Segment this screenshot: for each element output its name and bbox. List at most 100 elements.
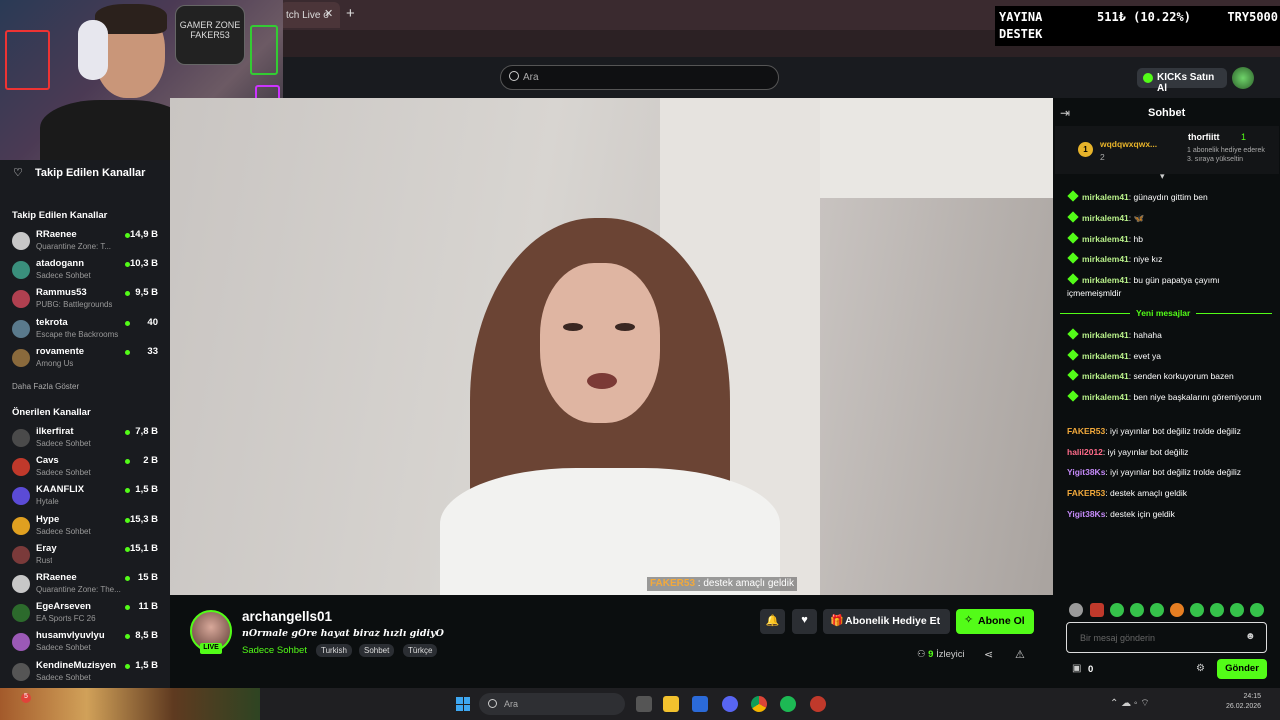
gift-event-user[interactable]: thorfiitt (1188, 132, 1220, 142)
chat-message: mirkalem41: günaydın gittim ben (1067, 190, 1272, 204)
stream-tag[interactable]: Türkçe (403, 644, 438, 657)
channel-avatar (12, 545, 30, 564)
emote-button[interactable] (1150, 603, 1164, 617)
chat-username[interactable]: FAKER53 (1067, 426, 1105, 436)
viewer-label: İzleyici (933, 649, 965, 660)
streamer-name[interactable]: archangells01 (242, 609, 332, 624)
notification-bell-button[interactable]: 🔔 (760, 609, 785, 634)
channel-category: Rust (36, 555, 53, 565)
collapse-chat-icon[interactable]: ⇥ (1060, 106, 1070, 120)
followed-channel[interactable]: tekrota Escape the Backrooms 40 (0, 316, 170, 345)
chat-username[interactable]: mirkalem41 (1082, 275, 1129, 285)
chat-text: : hahaha (1128, 330, 1162, 340)
emote-button[interactable] (1130, 603, 1144, 617)
chat-username[interactable]: mirkalem41 (1082, 192, 1129, 202)
settings-icon[interactable]: ⚙ (1196, 663, 1205, 674)
follow-button[interactable]: ♥ (792, 609, 817, 634)
emote-button[interactable] (1069, 603, 1083, 617)
emote-button[interactable] (1170, 603, 1184, 617)
chat-text: : destek için geldik (1105, 509, 1175, 519)
app-icon[interactable] (810, 696, 826, 712)
followed-channel[interactable]: rovamente Among Us 33 (0, 345, 170, 374)
send-button[interactable]: Gönder (1217, 659, 1267, 679)
channel-viewers: 33 (147, 345, 158, 357)
chat-username[interactable]: mirkalem41 (1082, 330, 1129, 340)
emote-button[interactable] (1250, 603, 1264, 617)
stream-tag[interactable]: Sohbet (359, 644, 395, 657)
channel-name: Rammus53 (36, 287, 87, 299)
search-placeholder: Ara (523, 72, 539, 83)
recommended-channel[interactable]: husamvlyuvlyu Sadece Sohbet 8,5 B (0, 629, 170, 658)
share-icon[interactable]: ⋖ (984, 648, 993, 661)
channel-viewers: 40 (147, 316, 158, 328)
new-messages-label: Yeni mesajlar (1130, 308, 1197, 318)
video-person-face (540, 263, 660, 423)
chat-username[interactable]: mirkalem41 (1082, 392, 1129, 402)
chat-message: mirkalem41: ben niye başkalarını göremiy… (1067, 390, 1272, 404)
channel-name: rovamente (36, 345, 85, 357)
chat-username[interactable]: mirkalem41 (1082, 254, 1129, 264)
store-icon[interactable] (692, 696, 708, 712)
donation-goal: TRY5000 (1227, 10, 1278, 24)
report-icon[interactable]: ⚠ (1015, 648, 1025, 661)
new-tab-button[interactable]: + (346, 5, 355, 22)
chat-username[interactable]: FAKER53 (1067, 488, 1105, 498)
emote-button[interactable] (1190, 603, 1204, 617)
recommended-channel[interactable]: ilkerfirat Sadece Sohbet 7,8 B (0, 425, 170, 454)
recommended-channel[interactable]: Hype Sadece Sohbet 15,3 B (0, 513, 170, 542)
discord-icon[interactable] (722, 696, 738, 712)
top-gifter-name[interactable]: wqdqwxqwx... (1100, 139, 1157, 149)
followed-channel[interactable]: Rammus53 PUBG: Battlegrounds 9,5 B (0, 286, 170, 315)
recommended-channel[interactable]: KendineMuzisyen Sadece Sohbet 1,5 B (0, 659, 170, 688)
chat-text: : senden korkuyorum bazen (1128, 371, 1234, 381)
chat-username[interactable]: Yigit38Ks (1067, 467, 1105, 477)
task-view-icon[interactable] (636, 696, 652, 712)
taskbar-clock[interactable]: 24:15 26.02.2026 (1226, 692, 1261, 712)
emote-button[interactable] (1090, 603, 1104, 617)
taskbar-search-input[interactable] (479, 693, 625, 715)
stream-category[interactable]: Sadece Sohbet (242, 645, 307, 656)
followed-channel[interactable]: atadogann Sadece Sohbet 10,3 B (0, 257, 170, 286)
channel-viewers: 10,3 B (130, 258, 158, 270)
channel-name: EgeArseven (36, 601, 91, 613)
recommended-channel[interactable]: KAANFLIX Hytale 1,5 B (0, 483, 170, 512)
emote-button[interactable] (1210, 603, 1224, 617)
tab-close-icon[interactable]: ✕ (324, 7, 333, 20)
recommended-channel[interactable]: EgeArseven EA Sports FC 26 11 B (0, 600, 170, 629)
recommended-channel[interactable]: Eray Rust 15,1 B (0, 542, 170, 571)
chat-message: mirkalem41: hb (1067, 232, 1272, 246)
expand-pinned-icon[interactable]: ▾ (1160, 171, 1165, 182)
chat-username[interactable]: Yigit38Ks (1067, 509, 1105, 519)
channel-name: atadogann (36, 258, 85, 270)
emoji-icon[interactable]: ☻ (1245, 631, 1256, 642)
points-count: 0 (1088, 664, 1094, 675)
chrome-icon[interactable] (751, 696, 767, 712)
stream-tag[interactable]: Turkish (316, 644, 352, 657)
donation-label-line1: YAYINA (999, 10, 1043, 24)
chat-username[interactable]: mirkalem41 (1082, 351, 1129, 361)
spotify-icon[interactable] (780, 696, 796, 712)
system-tray-icons[interactable]: ⌃ ☁ ◦ ⌔ (1110, 697, 1150, 710)
chat-username[interactable]: mirkalem41 (1082, 234, 1129, 244)
recommended-channel[interactable]: Cavs Sadece Sohbet 2 B (0, 454, 170, 483)
gift-event-count: 1 (1241, 132, 1247, 142)
emote-button[interactable] (1230, 603, 1244, 617)
windows-start-icon[interactable] (456, 697, 470, 711)
channel-avatar (12, 429, 30, 447)
file-explorer-icon[interactable] (663, 696, 679, 712)
chat-username[interactable]: halil2012 (1067, 447, 1103, 457)
chat-text: : iyi yayınlar bot değiliz trolde değili… (1105, 467, 1242, 477)
recommended-channel[interactable]: RRaenee Quarantine Zone: The... 15 B (0, 571, 170, 600)
followed-channel[interactable]: RRaenee Quarantine Zone: T... 14,9 B (0, 228, 170, 257)
user-avatar[interactable] (1232, 67, 1254, 89)
channel-viewers: 9,5 B (135, 287, 158, 299)
search-input[interactable] (500, 65, 779, 90)
video-player[interactable] (170, 98, 1053, 595)
chat-username[interactable]: mirkalem41 (1082, 213, 1129, 223)
points-icon: ▣ (1072, 663, 1082, 674)
emote-button[interactable] (1110, 603, 1124, 617)
channel-name: ilkerfirat (36, 426, 74, 437)
chat-username[interactable]: mirkalem41 (1082, 371, 1129, 381)
chat-text: : günaydın gittim ben (1128, 192, 1208, 202)
show-more-link[interactable]: Daha Fazla Göster (12, 382, 79, 391)
